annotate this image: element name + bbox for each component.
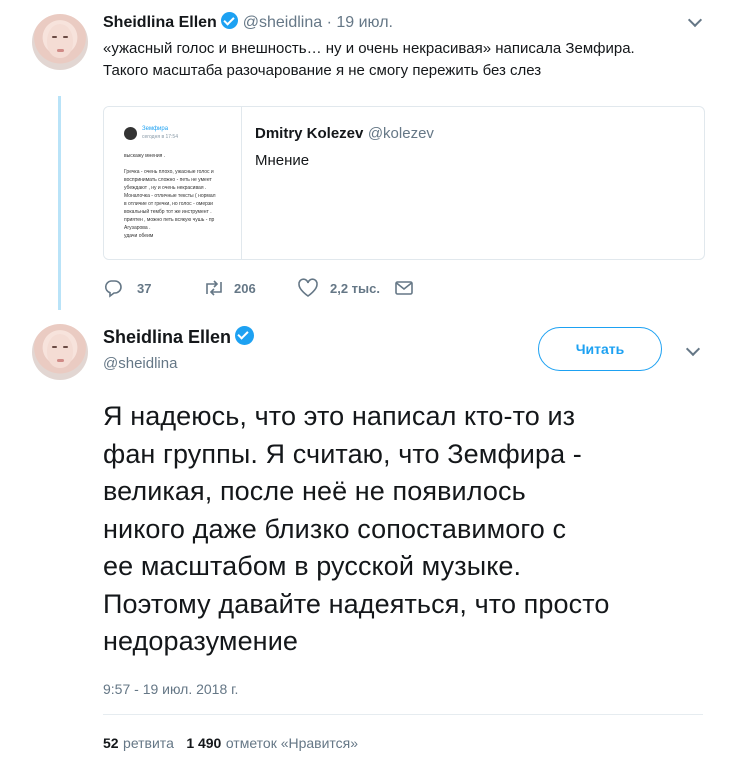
envelope-icon[interactable] xyxy=(394,279,414,297)
screenshot-avatar xyxy=(124,127,137,140)
author-name[interactable]: Sheidlina Ellen xyxy=(103,14,217,31)
reply-icon[interactable] xyxy=(103,278,123,298)
retweet-count: 206 xyxy=(234,281,256,296)
tweet-actions: 37 206 2,2 тыс. xyxy=(103,277,423,301)
quoted-author-handle: @kolezev xyxy=(367,125,434,142)
quoted-text: Мнение xyxy=(255,152,310,169)
verified-badge-icon xyxy=(221,12,239,29)
follow-button[interactable]: Читать xyxy=(538,327,662,371)
avatar[interactable] xyxy=(32,324,88,380)
like-count: 2,2 тыс. xyxy=(330,281,380,296)
screenshot-text: выскажу мнения . Гречка - очень плохо, у… xyxy=(124,153,216,239)
main-tweet-line: недоразумение xyxy=(103,626,298,656)
quoted-author-name: Dmitry Kolezev xyxy=(255,125,364,142)
quoted-tweet-card[interactable]: Земфира сегодня в 17:54 выскажу мнения .… xyxy=(103,106,705,260)
author-handle[interactable]: @sheidlina xyxy=(243,14,322,31)
tweet-timestamp[interactable]: 9:57 - 19 июл. 2018 г. xyxy=(103,681,238,697)
main-tweet-line: великая, после неё не появилось xyxy=(103,476,526,506)
main-tweet-line: Поэтому давайте надеяться, что просто xyxy=(103,588,610,619)
heart-icon[interactable] xyxy=(297,278,319,298)
separator-dot: · xyxy=(326,14,332,31)
tweet-header: Sheidlina Ellen @sheidlina · 19 июл. xyxy=(103,12,393,32)
main-tweet-line: фан группы. Я считаю, что Земфира - xyxy=(103,438,582,469)
author-name[interactable]: Sheidlina Ellen xyxy=(103,327,231,347)
chevron-down-icon[interactable] xyxy=(685,341,701,357)
screenshot-author: Земфира xyxy=(142,126,169,132)
retweets-count[interactable]: 52 xyxy=(103,735,119,751)
tweet-text-line: Такого масштаба разочарование я не смогу… xyxy=(103,62,542,79)
main-tweet-line: Я надеюсь, что это написал кто-то из xyxy=(103,401,576,431)
tweet-text-line: «ужасный голос и внешность… ну и очень н… xyxy=(103,40,635,57)
verified-badge-icon xyxy=(235,326,255,345)
quoted-header: Dmitry Kolezev @kolezev xyxy=(255,125,434,143)
thread-connector-line xyxy=(58,96,61,310)
likes-count[interactable]: 1 490 xyxy=(186,735,221,751)
tweet-stats: 52 ретвита 1 490 отметок «Нравится» xyxy=(103,735,358,753)
main-tweet-text: Я надеюсь, что это написал кто-то из фан… xyxy=(103,398,723,661)
main-tweet-line: ее масштабом в русской музыке. xyxy=(103,551,522,581)
author-handle[interactable]: @sheidlina xyxy=(103,355,177,372)
quoted-screenshot-image[interactable]: Земфира сегодня в 17:54 выскажу мнения .… xyxy=(104,107,242,259)
reply-count: 37 xyxy=(137,281,152,296)
likes-label[interactable]: отметок «Нравится» xyxy=(226,735,358,751)
main-tweet-author: Sheidlina Ellen xyxy=(103,326,255,348)
divider xyxy=(103,714,703,715)
tweet-text: «ужасный голос и внешность… ну и очень н… xyxy=(103,38,703,82)
retweet-icon[interactable] xyxy=(202,278,226,298)
chevron-down-icon[interactable] xyxy=(687,12,703,28)
screenshot-date: сегодня в 17:54 xyxy=(142,134,178,140)
tweet-date[interactable]: 19 июл. xyxy=(336,14,393,31)
retweets-label[interactable]: ретвита xyxy=(123,735,174,751)
avatar[interactable] xyxy=(32,14,88,70)
main-tweet-line: никого даже близко сопоставимого с xyxy=(103,513,567,544)
